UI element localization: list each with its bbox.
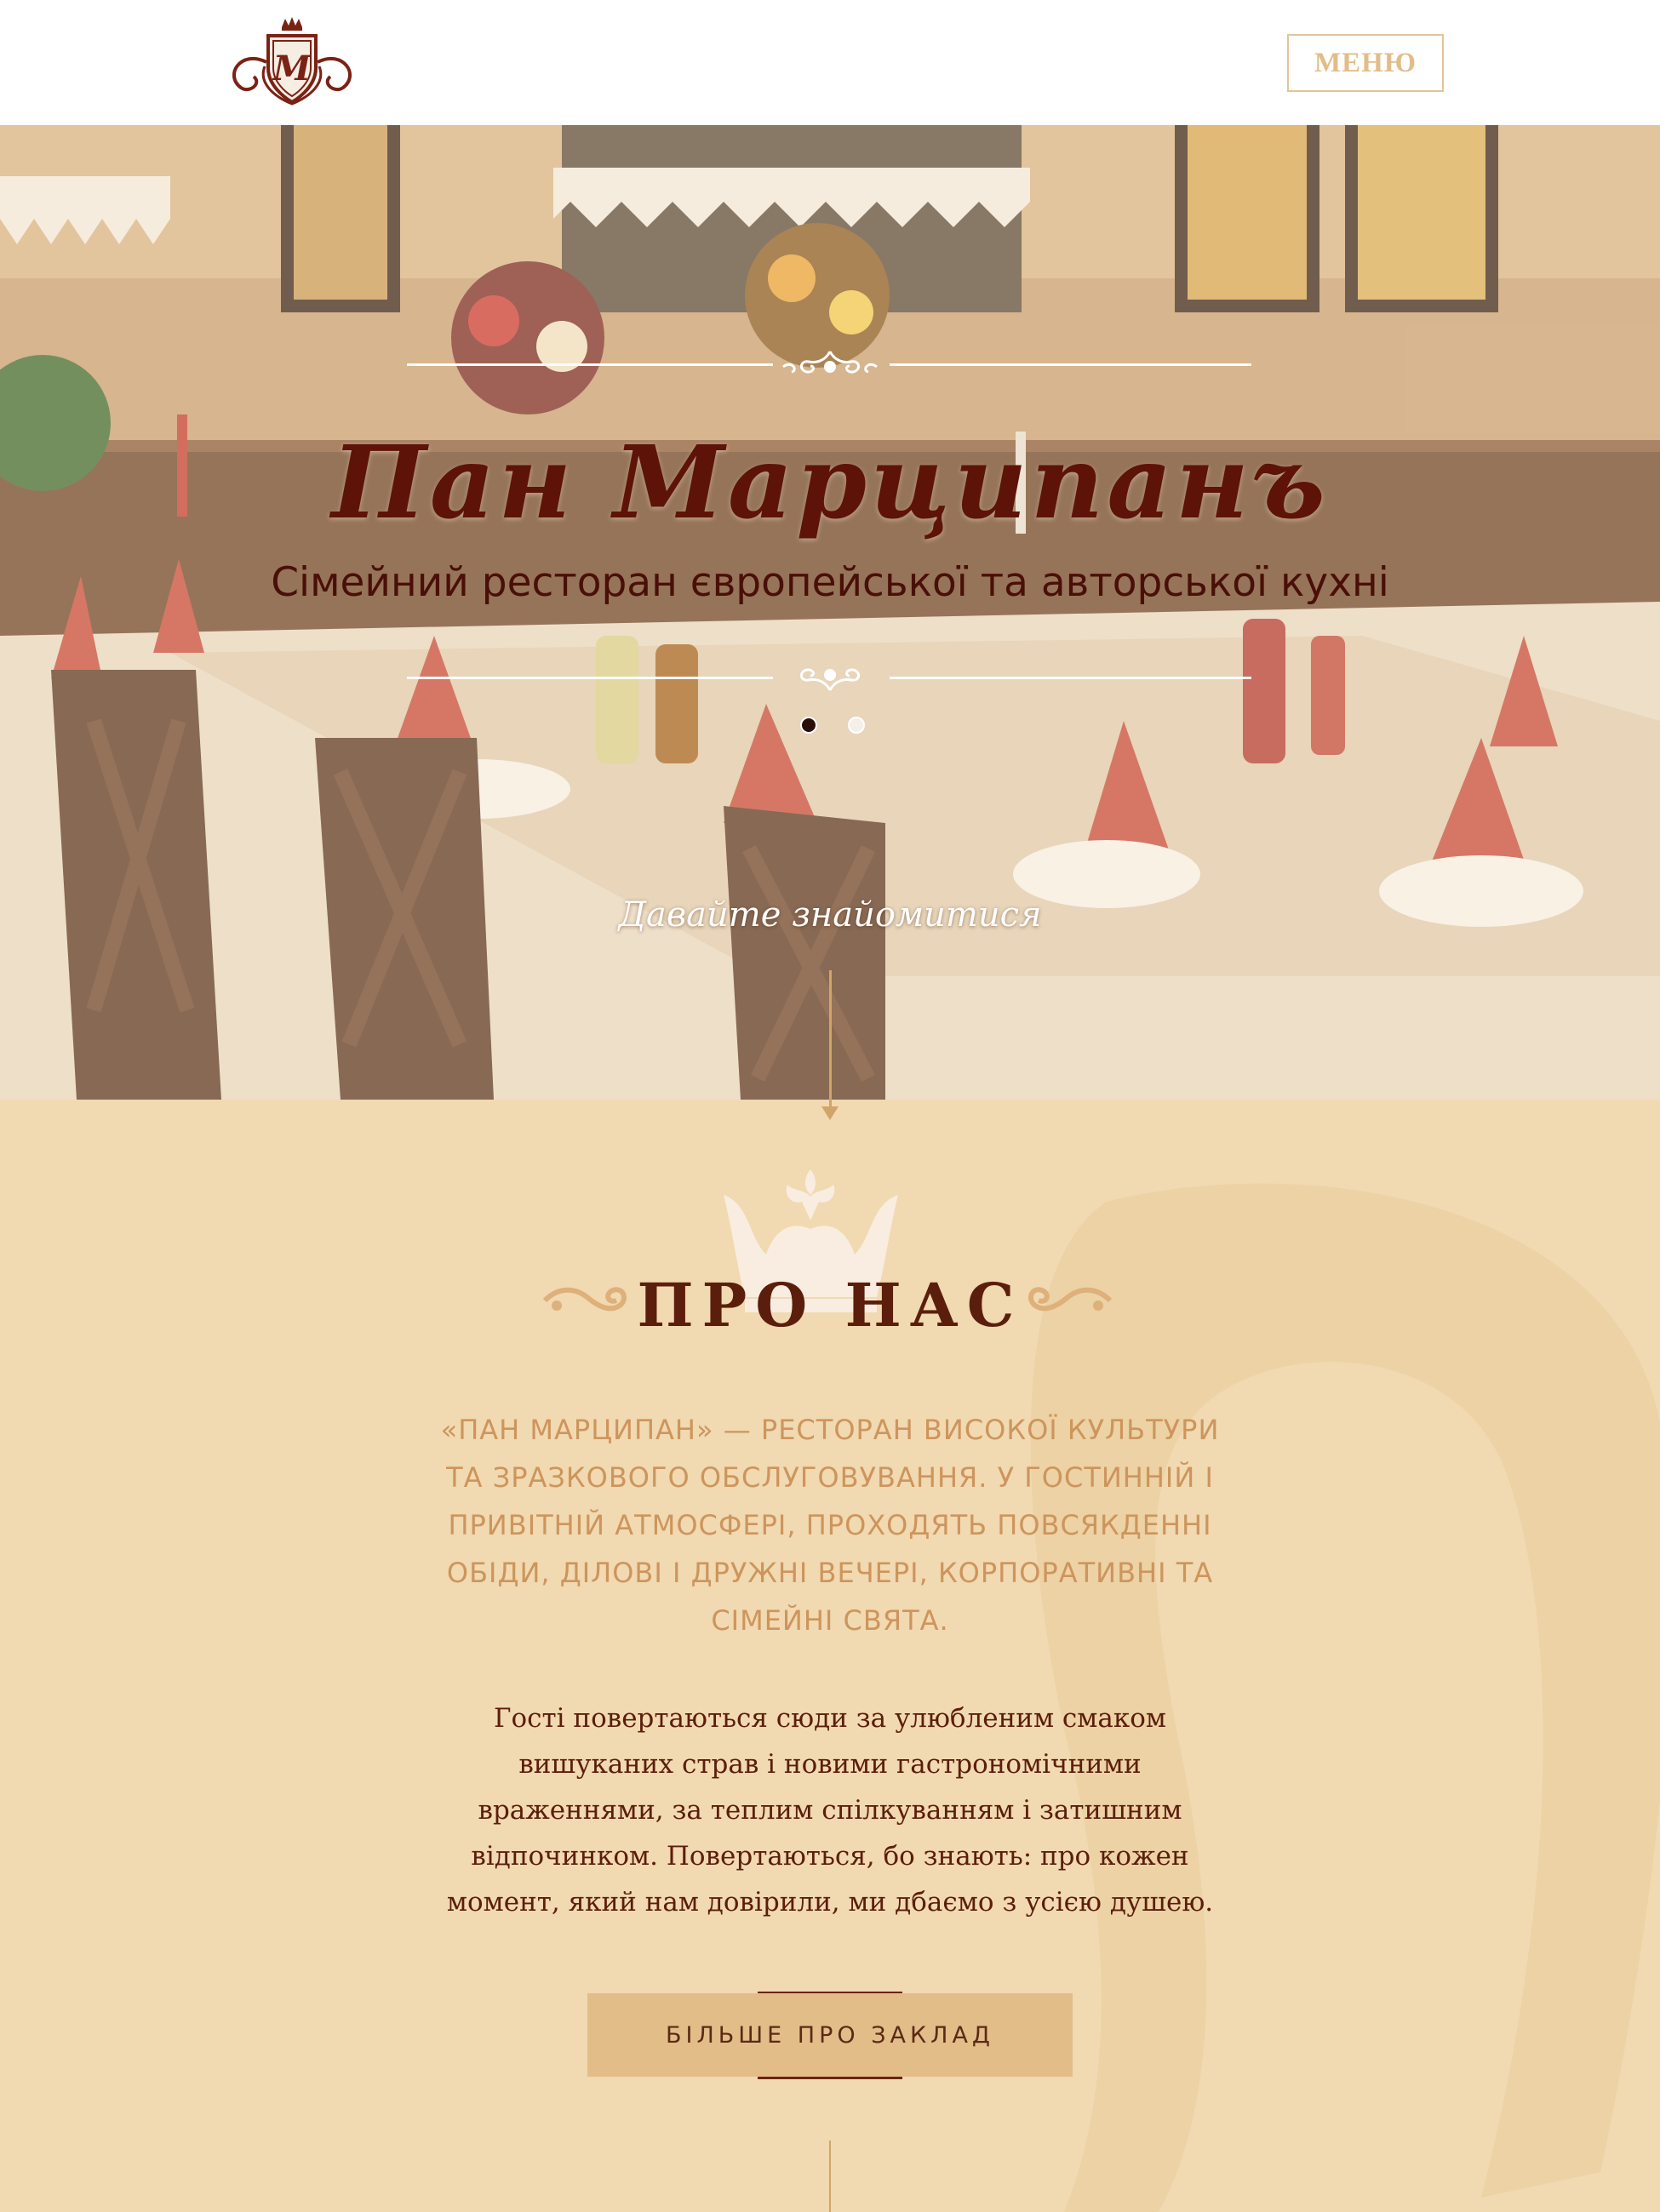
about-lead-text: «ПАН МАРЦИПАН» — РЕСТОРАН ВИСОКОЇ КУЛЬТУ… [440, 1414, 1220, 1637]
logo-letter: M [272, 49, 312, 89]
slider-dot-2[interactable] [848, 717, 865, 734]
slider-dots [800, 717, 868, 735]
more-about-button[interactable]: БІЛЬШЕ ПРО ЗАКЛАД [587, 1993, 1073, 2077]
slider-dot-1[interactable] [800, 717, 817, 734]
arrow-down-head [821, 1106, 839, 1120]
scroll-cta-link[interactable]: Давайте знайомитися [0, 895, 1660, 935]
about-body-text: Гості повертаються сюди за улюбленим сма… [446, 1703, 1214, 1918]
button-bottom-rule [758, 2077, 902, 2079]
hero-subtitle: Сімейний ресторан європейської та авторс… [271, 559, 1389, 606]
hero-slider: Пан Марципанъ Сімейний ресторан європейс… [0, 125, 1660, 1100]
hero-bottom-rule-right [890, 677, 1251, 679]
hero-top-rule-right [890, 363, 1251, 366]
hero-top-rule-left [407, 363, 773, 366]
ornament-icon [782, 351, 878, 374]
hero-bottom-rule-left [407, 677, 773, 679]
restaurant-name: Пан Марципанъ [331, 423, 1329, 541]
flourish-right-icon [1027, 1287, 1113, 1312]
menu-button[interactable]: МЕНЮ [1287, 34, 1444, 92]
site-header: M МЕНЮ [0, 0, 1660, 125]
logo-crest-icon[interactable]: M [215, 15, 369, 111]
ornament-icon [800, 668, 860, 691]
about-title: ПРО НАС [637, 1270, 1023, 1340]
about-section: ПРО НАС «ПАН МАРЦИПАН» — РЕСТОРАН ВИСОКО… [0, 1100, 1660, 2212]
section-connector-line [829, 2141, 831, 2212]
arrow-down-icon [829, 970, 832, 1115]
hero-overlay [0, 125, 1660, 1100]
